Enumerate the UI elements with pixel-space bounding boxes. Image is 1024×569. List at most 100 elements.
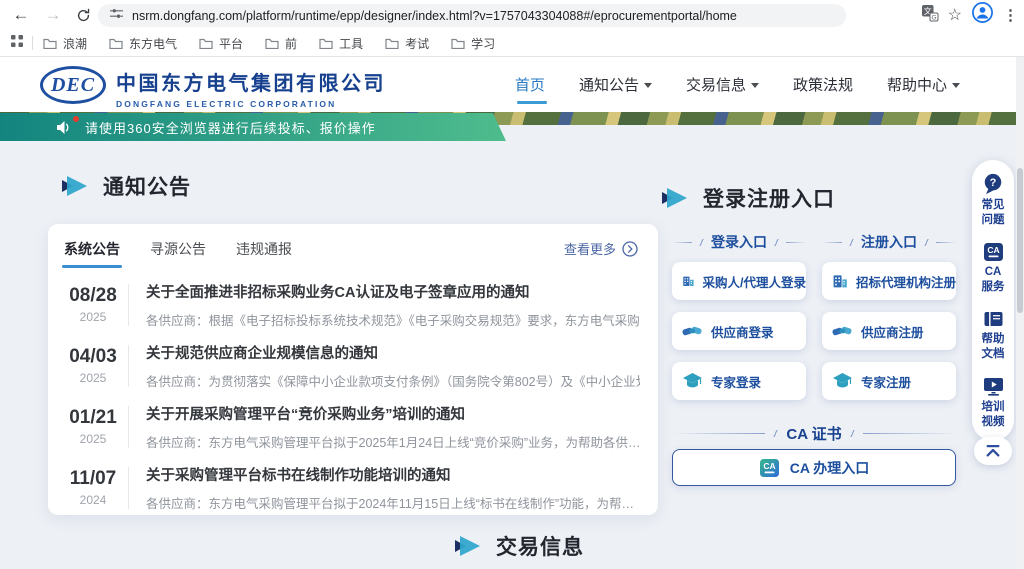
news-date: 11/07 2024 (58, 468, 128, 507)
buyer-agent-login-button[interactable]: 采购人/代理人登录 (672, 262, 806, 300)
button-label: 供应商注册 (861, 322, 924, 341)
scrollbar-track[interactable] (1016, 57, 1024, 569)
bookmark-label: 考试 (405, 35, 429, 52)
news-title[interactable]: 关于采购管理平台标书在线制作功能培训的通知 (146, 464, 640, 485)
news-row[interactable]: 01/21 2025 关于开展采购管理平台“竞价采购业务”培训的通知 各供应商：… (58, 396, 640, 457)
question-bubble-icon: ? (982, 173, 1004, 195)
news-desc: 各供应商：东方电气采购管理平台拟于2024年11月15日上线“标书在线制作”功能… (146, 493, 640, 512)
bookmark-label: 东方电气 (129, 35, 177, 52)
chevron-down-icon (644, 83, 652, 88)
bookmark-star-icon[interactable]: ☆ (948, 5, 962, 25)
entry-headers: 登录入口 注册入口 (672, 232, 956, 252)
url-text[interactable]: nsrm.dongfang.com/platform/runtime/epp/d… (132, 9, 737, 23)
notice-card: 系统公告 寻源公告 违规通报 查看更多 08/28 2025 关于全面推进非招标… (48, 224, 658, 515)
site-header: DEC 中国东方电气集团有限公司 DONGFANG ELECTRIC CORPO… (0, 57, 1024, 112)
svg-text:CA: CA (763, 461, 775, 471)
nav-item-home[interactable]: 首页 (515, 57, 545, 112)
chrome-menu-icon[interactable]: ⋮ (1003, 6, 1018, 24)
browser-notice-banner: 请使用360安全浏览器进行后续投标、报价操作 (0, 113, 506, 141)
bookmark-folder[interactable]: 前 (265, 35, 297, 52)
news-date: 01/21 2025 (58, 407, 128, 446)
apps-grid-icon[interactable] (10, 34, 24, 53)
sidebar-item-faq[interactable]: ? 常见问题 (980, 173, 1006, 228)
expert-register-button[interactable]: 专家注册 (822, 362, 956, 400)
nav-item-notices[interactable]: 通知公告 (579, 57, 652, 112)
bookmark-label: 工具 (339, 35, 363, 52)
toolbar-right: 文G ☆ ⋮ (921, 2, 1018, 28)
folder-icon (199, 37, 213, 49)
forward-icon[interactable]: → (40, 2, 66, 28)
book-icon (983, 309, 1004, 329)
tab-violation-reports[interactable]: 违规通报 (236, 239, 292, 268)
bookmark-folder[interactable]: 学习 (451, 35, 495, 52)
bookmark-folder[interactable]: 东方电气 (109, 35, 177, 52)
supplier-register-button[interactable]: 供应商注册 (822, 312, 956, 350)
news-title[interactable]: 关于规范供应商企业规模信息的通知 (146, 342, 640, 363)
refresh-icon[interactable] (70, 2, 96, 28)
translate-icon[interactable]: 文G (921, 4, 939, 27)
sidebar-item-help-docs[interactable]: 帮助文档 (980, 309, 1006, 362)
section-heading: 通知公告 (103, 171, 191, 201)
bookmark-folder[interactable]: 浪潮 (43, 35, 87, 52)
sidebar-item-ca-service[interactable]: CA CA服务 (980, 242, 1006, 295)
supplier-login-button[interactable]: 供应商登录 (672, 312, 806, 350)
news-date-day: 04/03 (58, 346, 128, 368)
tab-system-notices[interactable]: 系统公告 (64, 239, 120, 268)
video-monitor-icon (983, 376, 1004, 397)
news-date-year: 2025 (58, 310, 128, 324)
sidebar-item-label: CA服务 (980, 265, 1006, 295)
expert-login-button[interactable]: 专家登录 (672, 362, 806, 400)
section-arrow-icon (455, 536, 481, 556)
news-date: 04/03 2025 (58, 346, 128, 385)
news-title[interactable]: 关于全面推进非招标采购业务CA认证及电子签章应用的通知 (146, 281, 640, 302)
folder-icon (43, 37, 57, 49)
view-more-link[interactable]: 查看更多 (564, 239, 638, 258)
notice-tabs: 系统公告 寻源公告 违规通报 查看更多 (48, 224, 658, 268)
news-title[interactable]: 关于开展采购管理平台“竞价采购业务”培训的通知 (146, 403, 640, 424)
news-date: 08/28 2025 (58, 285, 128, 324)
back-icon[interactable]: ← (8, 2, 34, 28)
section-arrow-icon (662, 188, 688, 208)
bookmarks-separator (32, 36, 33, 50)
register-header-label: 注册入口 (861, 232, 917, 252)
news-row[interactable]: 08/28 2025 关于全面推进非招标采购业务CA认证及电子签章应用的通知 各… (58, 274, 640, 335)
profile-avatar-icon[interactable] (971, 1, 994, 29)
button-label: 专家登录 (711, 372, 761, 391)
news-desc: 各供应商：东方电气采购管理平台拟于2025年1月24日上线“竞价采购”业务，为帮… (146, 432, 640, 451)
bidding-agency-register-button[interactable]: 招标代理机构注册 (822, 262, 956, 300)
register-entry-header: 注册入口 (822, 232, 956, 252)
svg-text:?: ? (990, 177, 997, 189)
ca-apply-button[interactable]: CA CA 办理入口 (672, 449, 956, 486)
scrollbar-thumb[interactable] (1017, 168, 1023, 313)
nav-item-trade-info[interactable]: 交易信息 (686, 57, 759, 112)
building-icon (682, 271, 695, 291)
nav-label: 通知公告 (579, 74, 639, 95)
nav-label: 政策法规 (793, 74, 853, 95)
bookmark-folder[interactable]: 工具 (319, 35, 363, 52)
folder-icon (385, 37, 399, 49)
bookmark-label: 前 (285, 35, 297, 52)
sidebar-item-training-videos[interactable]: 培训视频 (980, 376, 1006, 430)
login-header-label: 登录入口 (711, 232, 767, 252)
button-label: 招标代理机构注册 (856, 272, 956, 291)
folder-icon (109, 37, 123, 49)
nav-item-help-center[interactable]: 帮助中心 (887, 57, 960, 112)
login-entry-header: 登录入口 (672, 232, 806, 252)
news-date-year: 2024 (58, 493, 128, 507)
circle-arrow-icon (622, 241, 638, 257)
bookmark-folder[interactable]: 平台 (199, 35, 243, 52)
section-arrow-icon (62, 176, 88, 196)
news-row[interactable]: 04/03 2025 关于规范供应商企业规模信息的通知 各供应商：为贯彻落实《保… (58, 335, 640, 396)
news-date-year: 2025 (58, 371, 128, 385)
nav-item-policies[interactable]: 政策法规 (793, 57, 853, 112)
site-settings-icon[interactable] (110, 7, 123, 25)
url-bar[interactable]: nsrm.dongfang.com/platform/runtime/epp/d… (98, 4, 846, 27)
news-row[interactable]: 11/07 2024 关于采购管理平台标书在线制作功能培训的通知 各供应商：东方… (58, 457, 640, 518)
tab-sourcing-notices[interactable]: 寻源公告 (150, 239, 206, 268)
collapse-sidebar-button[interactable] (974, 437, 1012, 465)
bookmark-folder[interactable]: 考试 (385, 35, 429, 52)
sidebar-item-label: 帮助文档 (980, 332, 1006, 362)
notification-dot (73, 116, 79, 122)
news-date-day: 11/07 (58, 468, 128, 490)
chevron-down-icon (751, 83, 759, 88)
